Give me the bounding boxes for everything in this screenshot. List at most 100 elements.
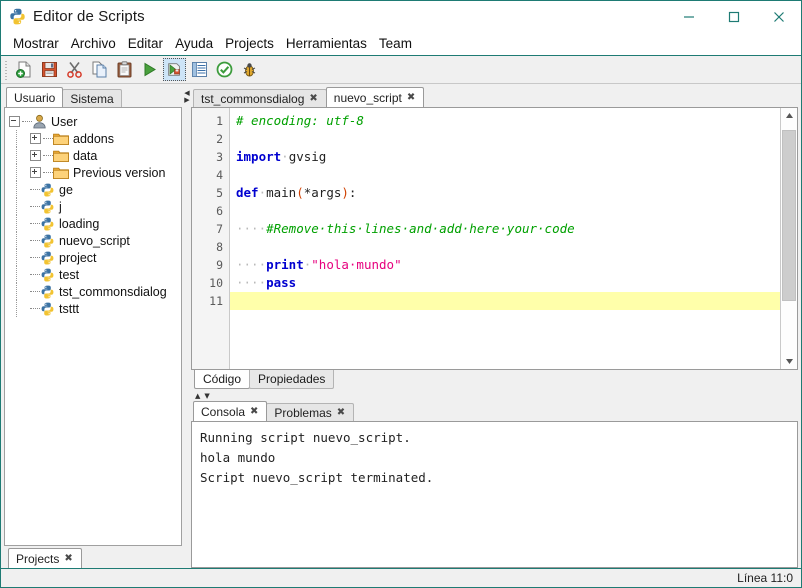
tree-item-test[interactable]: test xyxy=(9,266,181,283)
tab-codigo-label: Código xyxy=(203,372,242,386)
expand-toggle-icon[interactable] xyxy=(30,167,41,178)
user-icon xyxy=(32,114,47,129)
tree-item-tsttt[interactable]: tsttt xyxy=(9,300,181,317)
tree-item-label: project xyxy=(59,250,97,265)
chevron-up-icon[interactable]: ▲ xyxy=(195,393,200,400)
console-section: Consola ✖ Problemas ✖ Running script nue… xyxy=(191,401,798,568)
tree-item-addons[interactable]: addons xyxy=(9,130,181,147)
cut-scissors-icon[interactable] xyxy=(63,58,86,81)
tree-item-label: addons xyxy=(73,131,115,146)
cursor-position-label: Línea 11:0 xyxy=(737,571,793,585)
minimize-button[interactable] xyxy=(666,1,711,32)
tree-item-user[interactable]: User xyxy=(9,113,181,130)
code-token: pass xyxy=(266,275,297,290)
tree-indent xyxy=(16,232,30,249)
tree-item-loading[interactable]: loading xyxy=(9,215,181,232)
folder-icon xyxy=(53,132,69,145)
close-button[interactable] xyxy=(756,1,801,32)
save-button[interactable] xyxy=(38,58,61,81)
editor-vertical-scrollbar[interactable] xyxy=(780,108,797,369)
code-line: import·gvsig xyxy=(230,148,780,166)
new-file-button[interactable] xyxy=(13,58,36,81)
scrollbar-thumb[interactable] xyxy=(782,129,796,301)
properties-list-button[interactable] xyxy=(188,58,211,81)
code-editor[interactable]: 1 2 3 4 5 6 7 8 9 10 11 # encoding: utf-… xyxy=(191,107,798,370)
vertical-splitter[interactable]: ◀ ▶ xyxy=(183,84,191,568)
menu-item-editar[interactable]: Editar xyxy=(122,34,169,53)
maximize-button[interactable] xyxy=(711,1,756,32)
right-panel: tst_commonsdialog ✖ nuevo_script ✖ 1 2 3… xyxy=(191,84,801,568)
close-icon[interactable]: ✖ xyxy=(63,553,73,565)
tree-item-label: tsttt xyxy=(59,301,80,316)
editor-section: tst_commonsdialog ✖ nuevo_script ✖ 1 2 3… xyxy=(191,87,798,392)
code-line: ····pass xyxy=(230,274,780,292)
tree-item-data[interactable]: data xyxy=(9,147,181,164)
console-output[interactable]: Running script nuevo_script. hola mundo … xyxy=(191,421,798,568)
tree-item-j[interactable]: j xyxy=(9,198,181,215)
copy-button[interactable] xyxy=(88,58,111,81)
horizontal-splitter[interactable]: ▲ ▼ xyxy=(191,392,798,401)
tree-item-previous-version[interactable]: Previous version xyxy=(9,164,181,181)
close-icon[interactable]: ✖ xyxy=(249,406,259,418)
tree-connector xyxy=(43,154,53,157)
code-text-area[interactable]: # encoding: utf-8 import·gvsig def·main(… xyxy=(230,108,780,369)
line-number: 1 xyxy=(216,114,223,128)
bottom-tabstrip: Projects ✖ xyxy=(4,546,183,568)
scroll-up-icon[interactable] xyxy=(781,108,797,123)
code-line: def·main(*args): xyxy=(230,184,780,202)
script-tree: User addons data Previous version ge j l… xyxy=(5,108,181,317)
chevron-right-icon[interactable]: ▶ xyxy=(184,97,189,104)
menu-item-ayuda[interactable]: Ayuda xyxy=(169,34,219,53)
editor-tab-nuevo-script[interactable]: nuevo_script ✖ xyxy=(325,87,425,107)
run-play-button[interactable] xyxy=(138,58,161,81)
close-icon[interactable]: ✖ xyxy=(308,93,318,105)
paste-button[interactable] xyxy=(113,58,136,81)
menu-item-team[interactable]: Team xyxy=(373,34,418,53)
run-external-button[interactable] xyxy=(163,58,186,81)
tab-usuario[interactable]: Usuario xyxy=(6,87,64,107)
code-token: ···· xyxy=(236,275,267,290)
script-tree-panel[interactable]: User addons data Previous version ge j l… xyxy=(4,107,182,546)
check-ok-button[interactable] xyxy=(213,58,236,81)
toolbar xyxy=(1,56,801,84)
expand-toggle-icon[interactable] xyxy=(30,133,41,144)
tab-propiedades[interactable]: Propiedades xyxy=(249,370,335,389)
code-line: ····print·"hola·mundo" xyxy=(230,256,780,274)
chevron-down-icon[interactable]: ▼ xyxy=(204,393,209,400)
tree-item-label: loading xyxy=(59,216,100,231)
menu-item-projects[interactable]: Projects xyxy=(219,34,280,53)
tree-item-ge[interactable]: ge xyxy=(9,181,181,198)
debug-bug-button[interactable] xyxy=(238,58,261,81)
close-icon[interactable]: ✖ xyxy=(336,407,346,419)
tab-codigo[interactable]: Código xyxy=(194,370,251,389)
menu-item-archivo[interactable]: Archivo xyxy=(65,34,122,53)
expand-toggle-icon[interactable] xyxy=(30,150,41,161)
tab-problemas[interactable]: Problemas ✖ xyxy=(266,403,355,421)
tree-item-nuevo-script[interactable]: nuevo_script xyxy=(9,232,181,249)
tree-indent xyxy=(16,198,30,215)
toolbar-grip[interactable] xyxy=(4,59,9,80)
tree-connector xyxy=(30,222,40,225)
code-token: · xyxy=(258,185,267,200)
main-body: Usuario Sistema User addons data Previou… xyxy=(1,84,801,568)
tree-connector xyxy=(30,307,40,310)
close-icon[interactable]: ✖ xyxy=(406,92,416,104)
tree-connector xyxy=(30,273,40,276)
menu-item-mostrar[interactable]: Mostrar xyxy=(7,34,65,53)
tab-consola[interactable]: Consola ✖ xyxy=(193,401,268,421)
editor-tab-tst-commonsdialog[interactable]: tst_commonsdialog ✖ xyxy=(193,89,327,107)
scrollbar-track[interactable] xyxy=(781,123,797,354)
tab-projects[interactable]: Projects ✖ xyxy=(8,548,82,568)
tree-indent xyxy=(16,164,30,181)
editor-bottom-tabstrip: Código Propiedades xyxy=(191,370,798,392)
tab-sistema[interactable]: Sistema xyxy=(62,89,122,107)
tree-item-project[interactable]: project xyxy=(9,249,181,266)
collapse-toggle-icon[interactable] xyxy=(9,116,20,127)
python-file-icon xyxy=(40,285,55,299)
menu-item-herramientas[interactable]: Herramientas xyxy=(280,34,373,53)
tree-item-tst-commonsdialog[interactable]: tst_commonsdialog xyxy=(9,283,181,300)
line-number: 11 xyxy=(209,294,223,308)
tree-indent xyxy=(16,266,30,283)
scroll-down-icon[interactable] xyxy=(781,354,797,369)
